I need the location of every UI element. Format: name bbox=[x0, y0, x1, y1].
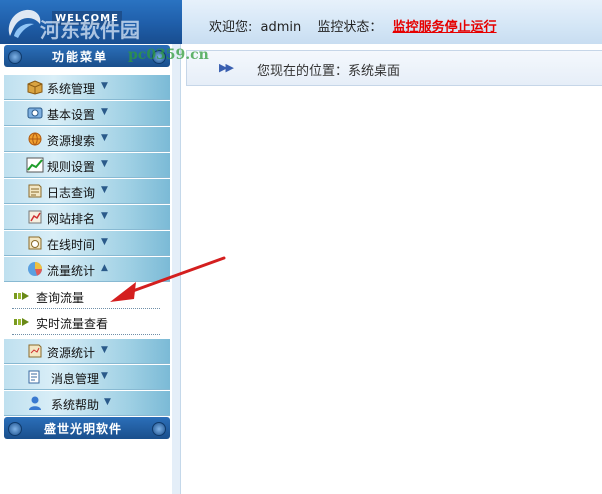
chevron-down-icon: ▼ bbox=[104, 397, 111, 407]
chevron-down-icon: ▼ bbox=[101, 345, 108, 355]
resource-icon bbox=[28, 344, 42, 358]
chevron-down-icon: ▼ bbox=[101, 185, 108, 195]
menu-item-log-query[interactable]: 日志查询 ▼ bbox=[4, 179, 170, 204]
menu-item-label: 基本设置 bbox=[47, 108, 96, 122]
help-icon bbox=[29, 396, 41, 410]
subitem-label: 实时流量查看 bbox=[36, 317, 109, 331]
breadcrumb: ▶▶ 您现在的位置：系统桌面 bbox=[186, 50, 602, 86]
status-line: 欢迎您: admin 监控状态： 监控服务停止运行 bbox=[209, 16, 497, 35]
subitem-realtime-traffic[interactable]: 实时流量查看 bbox=[12, 310, 160, 335]
annotation-arrow-icon bbox=[110, 256, 226, 302]
chevron-down-icon: ▼ bbox=[101, 133, 108, 143]
menu-item-label: 资源搜索 bbox=[47, 134, 96, 148]
menu-item-label: 系统帮助 bbox=[51, 398, 100, 412]
bullet-arrow-icon bbox=[14, 318, 29, 326]
ranking-icon bbox=[28, 210, 42, 224]
footer-brand: 盛世光明软件 bbox=[44, 422, 123, 436]
menu-item-label: 资源统计 bbox=[47, 346, 96, 360]
menu-title: 功能菜单 bbox=[52, 50, 109, 64]
menu-item-basic-settings[interactable]: 基本设置 ▼ bbox=[4, 101, 170, 126]
pie-chart-icon bbox=[28, 262, 42, 276]
settings-icon bbox=[27, 107, 43, 119]
watermark-url: pc0359.cn bbox=[128, 47, 209, 63]
main-content bbox=[181, 44, 602, 494]
subitem-label: 查询流量 bbox=[36, 291, 85, 305]
monitor-label: 监控状态： bbox=[317, 20, 383, 35]
watermark-text: 河东软件园 bbox=[40, 18, 140, 42]
double-arrow-icon: ▶▶ bbox=[219, 61, 234, 74]
menu-item-resource-statistics[interactable]: 资源统计 ▼ bbox=[4, 339, 170, 364]
menu-item-resource-search[interactable]: 资源搜索 ▼ bbox=[4, 127, 170, 152]
menu-item-system-management[interactable]: 系统管理 ▼ bbox=[4, 75, 170, 100]
chart-icon bbox=[26, 157, 44, 173]
cap-right-icon bbox=[152, 422, 166, 436]
log-icon bbox=[28, 184, 42, 198]
menu-item-label: 规则设置 bbox=[47, 160, 96, 174]
search-globe-icon bbox=[28, 132, 42, 146]
menu-item-rule-settings[interactable]: 规则设置 ▼ bbox=[4, 153, 170, 178]
menu-footer: 盛世光明软件 bbox=[4, 417, 170, 439]
box-icon bbox=[27, 80, 43, 95]
chevron-down-icon: ▼ bbox=[101, 107, 108, 117]
message-icon bbox=[28, 370, 40, 384]
chevron-down-icon: ▼ bbox=[101, 211, 108, 221]
top-banner: WELCOME 河东软件园 欢迎您: admin 监控状态： 监控服务停止运行 bbox=[0, 0, 602, 45]
cap-left-icon bbox=[8, 422, 22, 436]
username: admin bbox=[260, 20, 302, 35]
logo-area: WELCOME 河东软件园 bbox=[0, 0, 182, 44]
chevron-down-icon: ▼ bbox=[101, 237, 108, 247]
menu-item-label: 消息管理 bbox=[51, 372, 100, 386]
menu-item-label: 系统管理 bbox=[47, 82, 96, 96]
menu-item-label: 流量统计 bbox=[47, 264, 96, 278]
monitor-state-link[interactable]: 监控服务停止运行 bbox=[393, 20, 497, 35]
bullet-arrow-icon bbox=[14, 292, 29, 300]
cap-left-icon bbox=[8, 50, 22, 64]
menu-item-label: 网站排名 bbox=[47, 212, 96, 226]
menu-item-website-ranking[interactable]: 网站排名 ▼ bbox=[4, 205, 170, 230]
chevron-down-icon: ▼ bbox=[101, 159, 108, 169]
breadcrumb-label: 您现在的位置：系统桌面 bbox=[257, 64, 401, 79]
logo-icon bbox=[8, 9, 41, 38]
clock-icon bbox=[28, 236, 42, 250]
menu-item-system-help[interactable]: 系统帮助 ▼ bbox=[4, 391, 170, 416]
welcome-label: 欢迎您: bbox=[209, 20, 253, 35]
menu-item-label: 在线时间 bbox=[47, 238, 96, 252]
app-window: WELCOME 河东软件园 欢迎您: admin 监控状态： 监控服务停止运行 … bbox=[0, 0, 602, 494]
menu-item-message-management[interactable]: 消息管理 ▼ bbox=[4, 365, 170, 390]
chevron-down-icon: ▼ bbox=[101, 371, 108, 381]
chevron-down-icon: ▼ bbox=[101, 81, 108, 91]
menu-item-label: 日志查询 bbox=[47, 186, 96, 200]
